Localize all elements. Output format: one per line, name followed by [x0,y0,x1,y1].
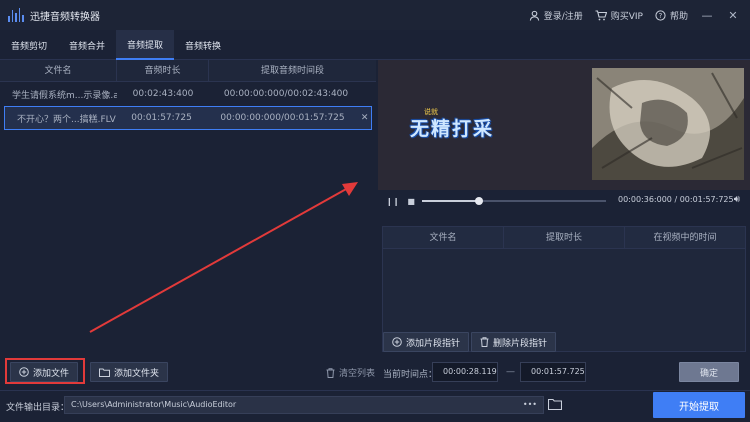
time-separator: / [674,195,678,204]
open-folder-icon[interactable] [548,398,562,410]
add-pointer-button[interactable]: 添加片段指针 [383,332,470,352]
plus-circle-icon [392,337,402,347]
browse-dots-button[interactable]: ••• [523,397,537,413]
pause-icon[interactable]: ❙❙ [386,197,399,206]
time-dash: — [506,367,515,377]
player-controls: ❙❙ ■ 00:00:36:000 / 00:01:57:725 🔊︎ [378,190,750,212]
volume-icon[interactable]: 🔊︎ [734,194,740,205]
col-clip-duration: 提取时长 [504,226,625,249]
col-clip-filename: 文件名 [383,226,504,249]
trash-icon [480,337,489,347]
video-frame-image [592,68,744,180]
confirm-button[interactable]: 确定 [679,362,739,382]
add-pointer-label: 添加片段指针 [406,338,461,349]
current-time: 00:00:36:000 [618,195,672,204]
video-caption: 无精打采 [410,118,495,140]
output-dir-label: 文件输出目录： [6,403,70,413]
clip-table-header: 文件名 提取时长 在视频中的时间 [383,226,745,249]
start-extract-button[interactable]: 开始提取 [653,392,745,418]
end-time-field[interactable]: 00:01:57.725 [520,362,586,382]
current-time-label: 当前时间点： [383,370,438,380]
seek-bar-fill [422,200,480,202]
seek-bar[interactable] [422,197,606,205]
col-clip-position: 在视频中的时间 [653,232,717,243]
start-time-field[interactable]: 00:00:28.119 [432,362,498,382]
playback-time: 00:00:36:000 / 00:01:57:725 [618,195,734,204]
video-preview: 说就 无精打采 [378,60,750,190]
seek-bar-handle[interactable] [475,197,484,205]
total-time: 00:01:57:725 [679,195,734,204]
output-path-field[interactable]: C:\Users\Administrator\Music\AudioEditor… [64,396,544,414]
output-path-value: C:\Users\Administrator\Music\AudioEditor [71,400,237,409]
delete-pointer-label: 删除片段指针 [493,338,548,349]
stop-icon[interactable]: ■ [407,197,415,206]
delete-pointer-button[interactable]: 删除片段指针 [471,332,557,352]
